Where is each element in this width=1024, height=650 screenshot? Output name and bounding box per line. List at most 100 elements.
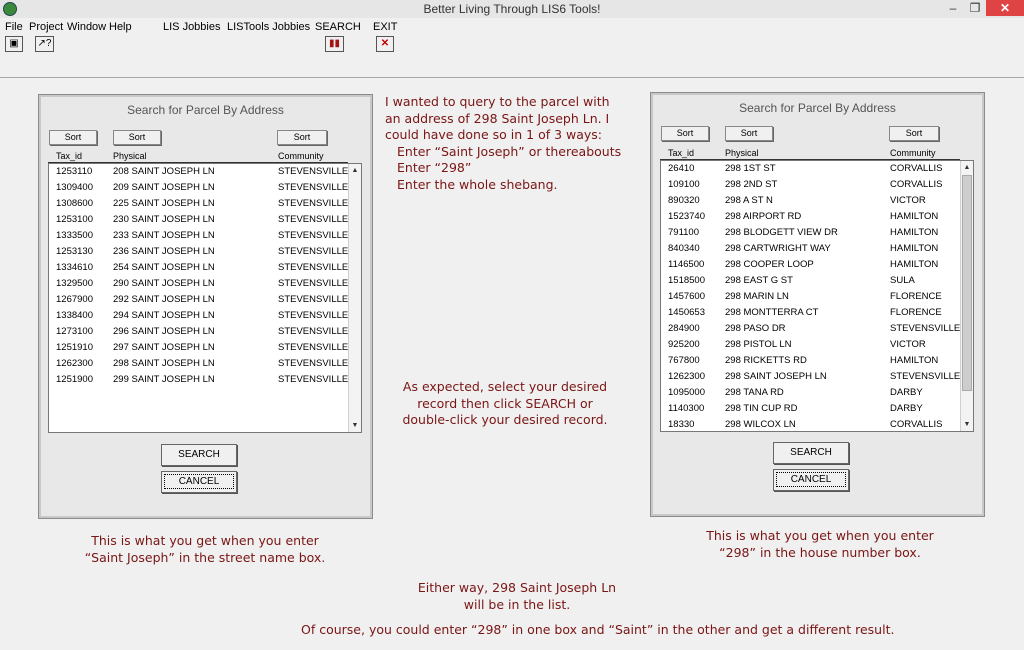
sort-physical-button[interactable]: Sort <box>725 126 773 141</box>
sort-community-button[interactable]: Sort <box>889 126 939 141</box>
table-row[interactable]: 890320 298 A ST N VICTOR <box>661 193 973 209</box>
results-listbox[interactable]: 26410 298 1ST ST CORVALLIS 109100 298 2ND ST… <box>660 160 974 432</box>
search-button[interactable]: SEARCH <box>773 442 849 464</box>
scrollbar[interactable]: ▲ ▼ <box>348 164 361 432</box>
table-row[interactable]: 1308600 225 SAINT JOSEPH LN STEVENSVILLE <box>49 196 361 212</box>
table-row[interactable]: 109100 298 2ND ST CORVALLIS <box>661 177 973 193</box>
restore-button[interactable]: ❐ <box>964 0 986 16</box>
table-row[interactable]: 1267900 292 SAINT JOSEPH LN STEVENSVILLE <box>49 292 361 308</box>
cell-community: SULA <box>890 275 915 286</box>
cell-physical: 298 AIRPORT RD <box>725 211 802 222</box>
column-header-community: Community <box>278 151 324 161</box>
cell-community: HAMILTON <box>890 259 939 270</box>
table-row[interactable]: 925200 298 PISTOL LN VICTOR <box>661 337 973 353</box>
cell-taxid: 1253100 <box>56 214 93 225</box>
cell-physical: 298 BLODGETT VIEW DR <box>725 227 838 238</box>
cancel-button[interactable]: CANCEL <box>161 471 237 493</box>
menu-search[interactable]: SEARCH <box>315 21 361 33</box>
table-row[interactable]: 1253130 236 SAINT JOSEPH LN STEVENSVILLE <box>49 244 361 260</box>
cell-taxid: 1457600 <box>668 291 705 302</box>
table-row[interactable]: 1334610 254 SAINT JOSEPH LN STEVENSVILLE <box>49 260 361 276</box>
table-row[interactable]: 1262300 298 SAINT JOSEPH LN STEVENSVILLE <box>661 369 973 385</box>
scroll-down-arrow[interactable]: ▼ <box>961 418 973 431</box>
cell-physical: 296 SAINT JOSEPH LN <box>113 326 215 337</box>
cell-physical: 290 SAINT JOSEPH LN <box>113 278 215 289</box>
table-row[interactable]: 1251910 297 SAINT JOSEPH LN STEVENSVILLE <box>49 340 361 356</box>
table-row[interactable]: 1140300 298 TIN CUP RD DARBY <box>661 401 973 417</box>
close-button[interactable]: ✕ <box>986 0 1024 16</box>
dialog-title: Search for Parcel By Address <box>127 103 284 117</box>
menu-listools-jobbies[interactable]: LISTools Jobbies <box>227 21 310 33</box>
note-line: This is what you get when you enter <box>706 528 934 543</box>
table-row[interactable]: 840340 298 CARTWRIGHT WAY HAMILTON <box>661 241 973 257</box>
cell-taxid: 767800 <box>668 355 700 366</box>
cell-physical: 298 A ST N <box>725 195 773 206</box>
scroll-up-arrow[interactable]: ▲ <box>349 164 361 177</box>
cell-taxid: 1262300 <box>668 371 705 382</box>
sort-physical-button[interactable]: Sort <box>113 130 161 145</box>
sort-taxid-button[interactable]: Sort <box>49 130 97 145</box>
sort-community-button[interactable]: Sort <box>277 130 327 145</box>
exit-icon[interactable]: ✕ <box>376 36 394 52</box>
binoculars-icon[interactable]: ▮▮ <box>325 36 344 52</box>
table-row[interactable]: 1253110 208 SAINT JOSEPH LN STEVENSVILLE <box>49 164 361 180</box>
cell-community: STEVENSVILLE <box>278 230 349 241</box>
menu-project[interactable]: Project <box>29 21 63 33</box>
results-listbox[interactable]: 1253110 208 SAINT JOSEPH LN STEVENSVILLE 13… <box>48 163 362 433</box>
table-row[interactable]: 1262300 298 SAINT JOSEPH LN STEVENSVILLE <box>49 356 361 372</box>
scroll-thumb[interactable] <box>962 175 972 391</box>
scroll-up-arrow[interactable]: ▲ <box>961 161 973 174</box>
table-row[interactable]: 1146500 298 COOPER LOOP HAMILTON <box>661 257 973 273</box>
table-row[interactable]: 1251900 299 SAINT JOSEPH LN STEVENSVILLE <box>49 372 361 388</box>
scrollbar[interactable]: ▲ ▼ <box>960 161 973 431</box>
minimize-button[interactable]: – <box>942 0 964 16</box>
table-row[interactable]: 284900 298 PASO DR STEVENSVILLE <box>661 321 973 337</box>
menu-file[interactable]: File <box>5 21 23 33</box>
expected-note: As expected, select your desired record … <box>385 379 625 429</box>
menu-help[interactable]: Help <box>109 21 132 33</box>
save-icon[interactable]: ▣ <box>5 36 23 52</box>
cell-physical: 298 PASO DR <box>725 323 786 334</box>
table-row[interactable]: 1273100 296 SAINT JOSEPH LN STEVENSVILLE <box>49 324 361 340</box>
sort-taxid-button[interactable]: Sort <box>661 126 709 141</box>
table-row[interactable]: 1329500 290 SAINT JOSEPH LN STEVENSVILLE <box>49 276 361 292</box>
cell-physical: 209 SAINT JOSEPH LN <box>113 182 215 193</box>
table-row[interactable]: 1523740 298 AIRPORT RD HAMILTON <box>661 209 973 225</box>
column-header-physical: Physical <box>725 148 759 158</box>
table-row[interactable]: 1457600 298 MARIN LN FLORENCE <box>661 289 973 305</box>
menu-lis-jobbies[interactable]: LIS Jobbies <box>163 21 220 33</box>
note-line: This is what you get when you enter <box>91 533 319 548</box>
table-row[interactable]: 791100 298 BLODGETT VIEW DR HAMILTON <box>661 225 973 241</box>
menu-window[interactable]: Window <box>67 21 106 33</box>
table-row[interactable]: 1518500 298 EAST G ST SULA <box>661 273 973 289</box>
cancel-button[interactable]: CANCEL <box>773 469 849 491</box>
cell-community: HAMILTON <box>890 355 939 366</box>
cell-physical: 297 SAINT JOSEPH LN <box>113 342 215 353</box>
column-header-taxid: Tax_id <box>56 151 83 161</box>
menu-exit[interactable]: EXIT <box>373 21 397 33</box>
table-row[interactable]: 1450653 298 MONTTERRA CT FLORENCE <box>661 305 973 321</box>
cell-community: CORVALLIS <box>890 163 943 174</box>
of-course-note: Of course, you could enter “298” in one … <box>301 622 894 639</box>
table-row[interactable]: 767800 298 RICKETTS RD HAMILTON <box>661 353 973 369</box>
cell-physical: 233 SAINT JOSEPH LN <box>113 230 215 241</box>
table-row[interactable]: 1095000 298 TANA RD DARBY <box>661 385 973 401</box>
cell-physical: 292 SAINT JOSEPH LN <box>113 294 215 305</box>
table-row[interactable]: 1333500 233 SAINT JOSEPH LN STEVENSVILLE <box>49 228 361 244</box>
left-search-dialog: Search for Parcel By Address Sort Sort S… <box>38 94 373 519</box>
table-row[interactable]: 18330 298 WILCOX LN CORVALLIS <box>661 417 973 431</box>
cell-physical: 294 SAINT JOSEPH LN <box>113 310 215 321</box>
search-button[interactable]: SEARCH <box>161 444 237 466</box>
cell-physical: 299 SAINT JOSEPH LN <box>113 374 215 385</box>
scroll-down-arrow[interactable]: ▼ <box>349 419 361 432</box>
context-help-icon[interactable]: ↗? <box>35 36 54 52</box>
cell-physical: 298 EAST G ST <box>725 275 793 286</box>
cell-community: VICTOR <box>890 339 926 350</box>
table-row[interactable]: 1253100 230 SAINT JOSEPH LN STEVENSVILLE <box>49 212 361 228</box>
cell-taxid: 1308600 <box>56 198 93 209</box>
cell-taxid: 1253130 <box>56 246 93 257</box>
table-row[interactable]: 1309400 209 SAINT JOSEPH LN STEVENSVILLE <box>49 180 361 196</box>
table-row[interactable]: 1338400 294 SAINT JOSEPH LN STEVENSVILLE <box>49 308 361 324</box>
cell-taxid: 1523740 <box>668 211 705 222</box>
table-row[interactable]: 26410 298 1ST ST CORVALLIS <box>661 161 973 177</box>
